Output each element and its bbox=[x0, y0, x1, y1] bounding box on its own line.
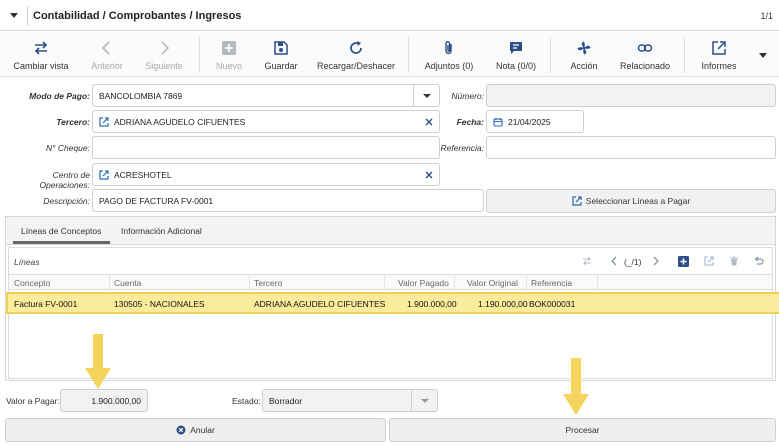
swap-icon bbox=[34, 41, 48, 55]
annotation-arrow-icon bbox=[85, 334, 111, 389]
accion-button[interactable]: Acción bbox=[556, 33, 612, 77]
modo-pago-select[interactable]: BANCOLOMBIA 7869 bbox=[92, 84, 440, 107]
clear-icon[interactable] bbox=[424, 117, 434, 127]
cambiar-vista-button[interactable]: Cambiar vista bbox=[4, 33, 78, 77]
caret-down-icon bbox=[759, 53, 767, 58]
dropdown-arrow-icon[interactable] bbox=[413, 85, 439, 106]
edit-line-icon[interactable] bbox=[703, 255, 715, 267]
grid-title: Líneas bbox=[14, 257, 40, 267]
toolbar: Cambiar vista Anterior Siguiente Nuevo G… bbox=[0, 33, 779, 77]
valor-pagar-field: 1.900.000,00 bbox=[60, 389, 148, 412]
note-icon bbox=[510, 42, 522, 54]
grid-header: Concepto Cuenta Tercero Valor Pagado Val… bbox=[9, 275, 772, 290]
col-tercero[interactable]: Tercero bbox=[254, 278, 282, 288]
centro-field[interactable]: ACRESHOTEL bbox=[92, 163, 440, 186]
trash-icon[interactable] bbox=[728, 255, 740, 267]
anterior-button[interactable]: Anterior bbox=[80, 33, 134, 77]
numero-field[interactable] bbox=[486, 84, 776, 107]
chevron-left-icon[interactable] bbox=[608, 255, 620, 267]
lines-panel: Líneas de Conceptos Información Adiciona… bbox=[5, 216, 779, 381]
informes-button[interactable]: Informes bbox=[690, 33, 748, 77]
col-referencia[interactable]: Referencia bbox=[531, 278, 572, 288]
chevron-right-icon bbox=[161, 41, 170, 55]
col-valor-pagado[interactable]: Valor Pagado bbox=[398, 278, 449, 288]
swap-icon[interactable] bbox=[581, 255, 593, 267]
paperclip-icon bbox=[445, 41, 452, 55]
undo-icon[interactable] bbox=[753, 255, 765, 267]
numero-label: Número: bbox=[451, 91, 484, 101]
table-row[interactable]: Factura FV-0001 130505 - NACIONALES ADRI… bbox=[6, 292, 779, 314]
modo-pago-label: Modo de Pago: bbox=[29, 91, 90, 101]
guardar-button[interactable]: Guardar bbox=[256, 33, 306, 77]
save-icon bbox=[274, 41, 288, 55]
dropdown-arrow-icon[interactable] bbox=[411, 390, 437, 411]
collapse-toggle[interactable] bbox=[4, 5, 24, 25]
adjuntos-button[interactable]: Adjuntos (0) bbox=[418, 33, 480, 77]
title-bar: Contabilidad / Comprobantes / Ingresos 1… bbox=[0, 0, 779, 31]
chevron-left-icon bbox=[101, 41, 110, 55]
chevron-right-icon[interactable] bbox=[650, 255, 662, 267]
descripcion-field[interactable]: PAGO DE FACTURA FV-0001 bbox=[92, 189, 484, 212]
grid-nav-text: (_/1) bbox=[624, 257, 642, 267]
nuevo-button[interactable]: Nuevo bbox=[204, 33, 254, 77]
col-cuenta[interactable]: Cuenta bbox=[114, 278, 141, 288]
record-pager: 1/1 bbox=[760, 11, 773, 21]
estado-select[interactable]: Borrador bbox=[262, 389, 438, 412]
lines-grid: Líneas (_/1) Concepto Cuenta Tercero Val… bbox=[6, 247, 779, 379]
referencia-field[interactable] bbox=[486, 136, 776, 159]
open-link-icon[interactable] bbox=[99, 170, 109, 180]
col-valor-original[interactable]: Valor Original bbox=[467, 278, 518, 288]
procesar-button[interactable]: Procesar bbox=[389, 418, 776, 442]
toolbar-more-dropdown[interactable] bbox=[752, 33, 774, 77]
cheque-label: N° Cheque: bbox=[45, 143, 90, 153]
cancel-circle-icon bbox=[176, 425, 186, 435]
cheque-field[interactable] bbox=[92, 136, 440, 159]
tab-bar: Líneas de Conceptos Información Adiciona… bbox=[6, 217, 775, 245]
nota-button[interactable]: Nota (0/0) bbox=[488, 33, 544, 77]
col-concepto[interactable]: Concepto bbox=[14, 278, 50, 288]
fecha-field[interactable]: 21/04/2025 bbox=[486, 110, 584, 133]
calendar-icon[interactable] bbox=[493, 117, 503, 127]
external-edit-icon bbox=[572, 196, 582, 206]
fan-icon bbox=[577, 41, 591, 55]
relacionado-button[interactable]: Relacionado bbox=[614, 33, 676, 77]
estado-label: Estado: bbox=[232, 396, 261, 406]
tab-informacion-adicional[interactable]: Información Adicional bbox=[121, 226, 202, 236]
tab-lineas-conceptos[interactable]: Líneas de Conceptos bbox=[21, 226, 101, 236]
grid-toolbar: Líneas (_/1) bbox=[9, 248, 772, 275]
recargar-deshacer-button[interactable]: Recargar/Deshacer bbox=[312, 33, 400, 77]
tercero-label: Tercero: bbox=[56, 117, 90, 127]
siguiente-button[interactable]: Siguiente bbox=[136, 33, 192, 77]
external-edit-icon bbox=[712, 41, 726, 55]
seleccionar-lineas-button[interactable]: Seleccionar Líneas a Pagar bbox=[486, 189, 776, 213]
annotation-arrow-icon bbox=[563, 358, 589, 415]
plus-square-icon bbox=[222, 41, 236, 55]
anular-button[interactable]: Anular bbox=[5, 418, 386, 442]
fecha-label: Fecha: bbox=[456, 117, 484, 127]
valor-pagar-label: Valor a Pagar: bbox=[6, 396, 60, 406]
add-line-icon[interactable] bbox=[677, 255, 689, 267]
descripcion-label: Descripción: bbox=[43, 196, 90, 206]
link-icon bbox=[637, 44, 653, 52]
referencia-label: Referencia: bbox=[440, 143, 484, 153]
refresh-icon bbox=[350, 41, 362, 54]
open-link-icon[interactable] bbox=[99, 117, 109, 127]
tercero-field[interactable]: ADRIANA AGUDELO CIFUENTES bbox=[92, 110, 440, 133]
centro-label: Centro de Operaciones: bbox=[39, 170, 90, 190]
page-title: Contabilidad / Comprobantes / Ingresos bbox=[33, 10, 242, 22]
clear-icon[interactable] bbox=[424, 170, 434, 180]
